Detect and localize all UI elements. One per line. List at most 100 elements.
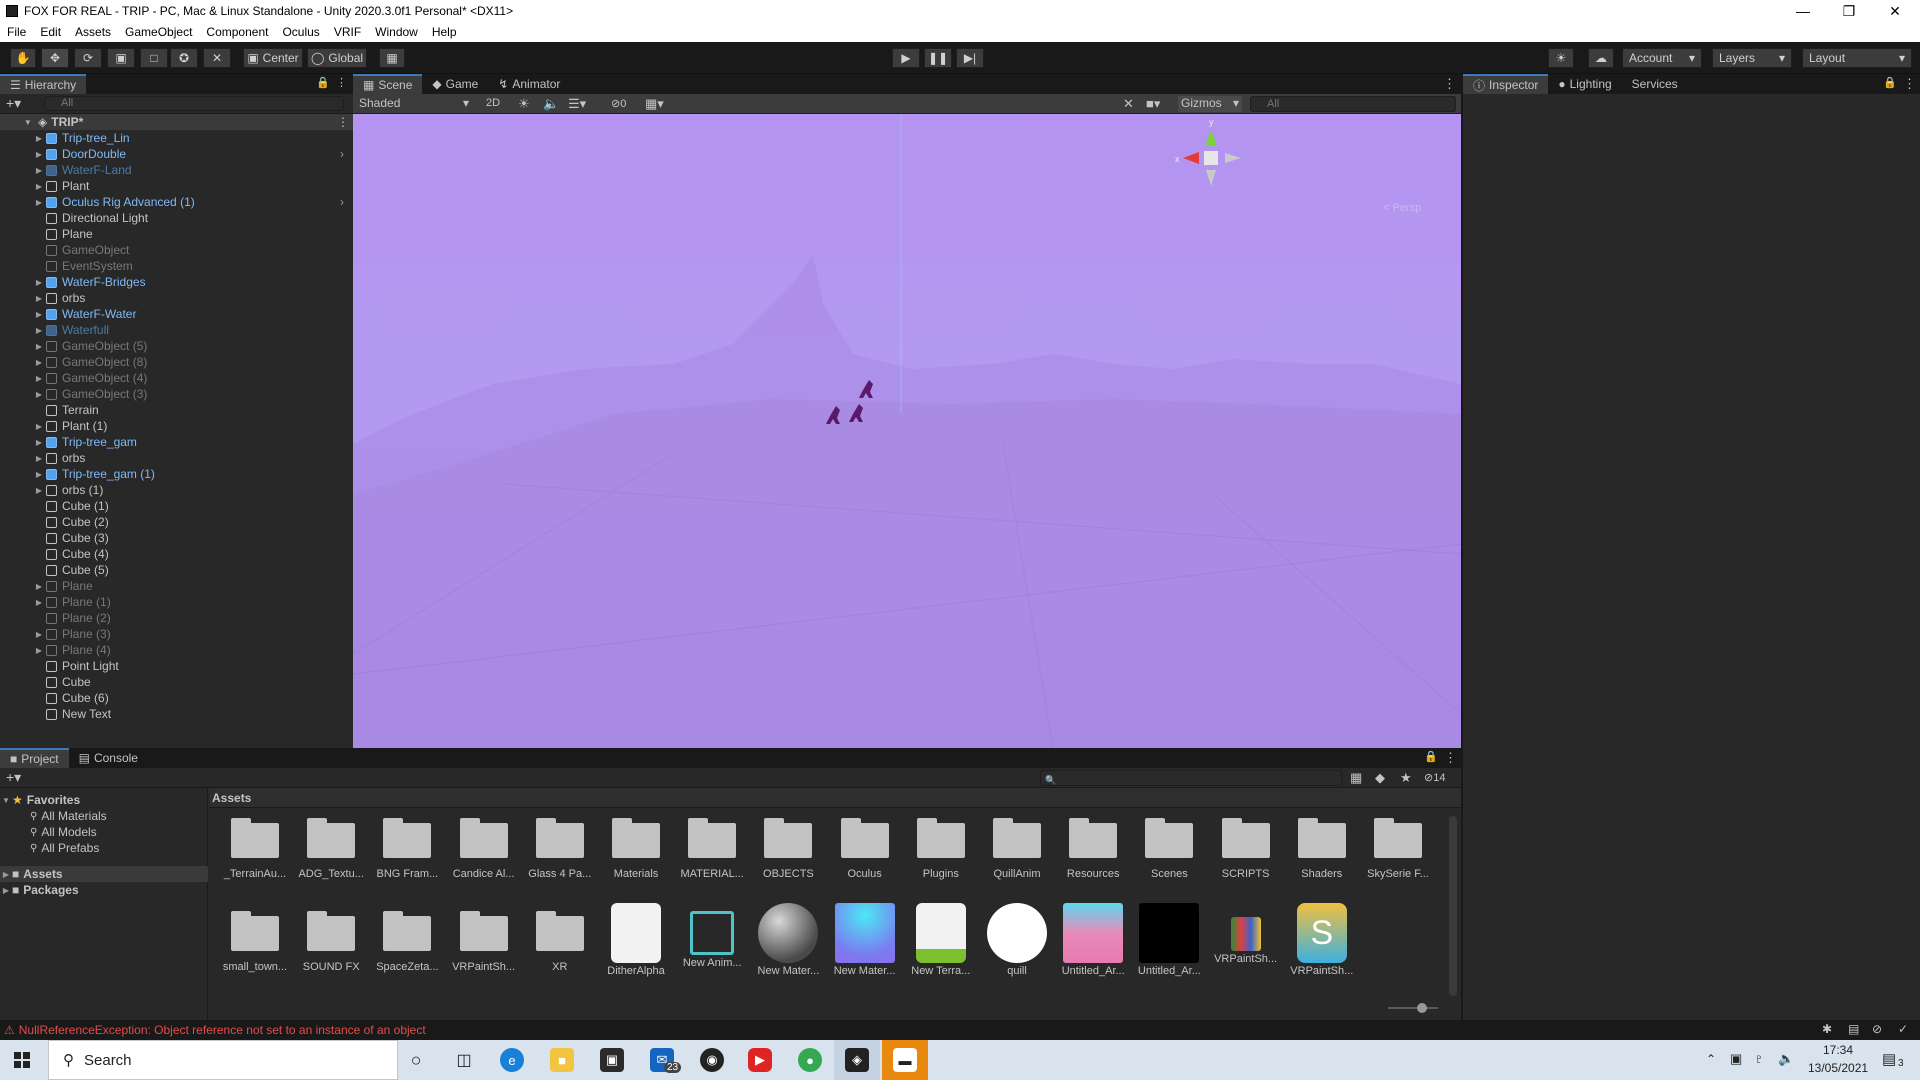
- asset-item[interactable]: Materials: [602, 810, 670, 900]
- hierarchy-item[interactable]: GameObject: [0, 242, 352, 258]
- asset-item[interactable]: XR: [526, 903, 594, 993]
- pivot-global-button[interactable]: ◯ Global: [307, 48, 367, 68]
- expand-arrow-icon[interactable]: ▶: [0, 326, 46, 335]
- lock-icon[interactable]: 🔒: [316, 76, 330, 89]
- cache-icon[interactable]: ▤: [1848, 1022, 1859, 1036]
- custom-tool-icon[interactable]: ✕: [203, 48, 231, 68]
- menu-vrif[interactable]: VRIF: [327, 25, 368, 39]
- scene-orientation-gizmo[interactable]: y x: [1171, 116, 1251, 196]
- hierarchy-item[interactable]: ▶ Plane (3): [0, 626, 352, 642]
- open-prefab-icon[interactable]: ›: [340, 195, 344, 209]
- tab-project[interactable]: ■ Project: [0, 748, 69, 768]
- hierarchy-item[interactable]: ▶ Waterfull: [0, 322, 352, 338]
- expand-arrow-icon[interactable]: ▶: [0, 390, 46, 399]
- hierarchy-item[interactable]: New Text: [0, 706, 352, 722]
- asset-item[interactable]: S VRPaintSh...: [1288, 903, 1356, 993]
- menu-help[interactable]: Help: [425, 25, 464, 39]
- hierarchy-item[interactable]: ▶ DoorDouble ›: [0, 146, 352, 162]
- hierarchy-item[interactable]: Cube: [0, 674, 352, 690]
- asset-item[interactable]: Scenes: [1135, 810, 1203, 900]
- hierarchy-item[interactable]: Cube (1): [0, 498, 352, 514]
- taskbar-search-box[interactable]: ⚲ Search: [48, 1040, 398, 1080]
- hierarchy-item[interactable]: ▶ GameObject (4): [0, 370, 352, 386]
- oculus-taskbar-item[interactable]: ▬: [882, 1040, 928, 1080]
- hierarchy-item[interactable]: ▶ WaterF-Land: [0, 162, 352, 178]
- asset-item[interactable]: Untitled_Ar...: [1135, 903, 1203, 993]
- expand-arrow-icon[interactable]: ▶: [0, 374, 46, 383]
- expand-arrow-icon[interactable]: ▶: [0, 358, 46, 367]
- pivot-center-button[interactable]: ▣ Center: [243, 48, 303, 68]
- hierarchy-item[interactable]: Directional Light: [0, 210, 352, 226]
- asset-item[interactable]: Glass 4 Pa...: [526, 810, 594, 900]
- expand-arrow-icon[interactable]: ▶: [0, 486, 46, 495]
- asset-item[interactable]: New Mater...: [831, 903, 899, 993]
- tray-chevron-icon[interactable]: ⌃: [1706, 1052, 1716, 1066]
- asset-item[interactable]: OBJECTS: [754, 810, 822, 900]
- rect-tool-icon[interactable]: □: [140, 48, 168, 68]
- kebab-menu-icon[interactable]: ⋮: [1443, 76, 1456, 92]
- asset-item[interactable]: VRPaintSh...: [1212, 903, 1280, 993]
- play-button[interactable]: ▶: [892, 48, 920, 68]
- move-tool-icon[interactable]: ✥: [41, 48, 69, 68]
- favorites-row[interactable]: ▼ ★ Favorites: [0, 792, 208, 808]
- transform-tool-icon[interactable]: ✪: [170, 48, 198, 68]
- asset-item[interactable]: _TerrainAu...: [221, 810, 289, 900]
- hierarchy-item[interactable]: Terrain: [0, 402, 352, 418]
- expand-arrow-icon[interactable]: ▶: [0, 870, 12, 879]
- hierarchy-item[interactable]: ▶ Oculus Rig Advanced (1) ›: [0, 194, 352, 210]
- hierarchy-item[interactable]: ▶ Trip-tree_gam: [0, 434, 352, 450]
- toggle-2d-button[interactable]: 2D: [486, 97, 500, 109]
- scene-header-row[interactable]: ▼ ◈ TRIP* ⋮: [0, 114, 353, 130]
- task-view-icon[interactable]: ◫: [452, 1048, 476, 1072]
- asset-item[interactable]: New Anim...: [678, 903, 746, 993]
- kebab-menu-icon[interactable]: ⋮: [336, 76, 347, 89]
- tab-scene[interactable]: ▦ Scene: [353, 74, 423, 94]
- hierarchy-item[interactable]: ▶ Trip-tree_Lin: [0, 130, 352, 146]
- menu-oculus[interactable]: Oculus: [275, 25, 326, 39]
- zoom-slider-track[interactable]: [1388, 1007, 1438, 1009]
- hidden-packages-toggle[interactable]: ⊘14: [1424, 771, 1445, 784]
- open-prefab-icon[interactable]: ›: [340, 147, 344, 161]
- hierarchy-item[interactable]: Point Light: [0, 658, 352, 674]
- expand-arrow-icon[interactable]: ▶: [0, 438, 46, 447]
- hierarchy-item[interactable]: ▶ WaterF-Water: [0, 306, 352, 322]
- hierarchy-search-input[interactable]: All: [44, 96, 344, 111]
- effects-toggle-icon[interactable]: ☰▾: [568, 96, 586, 112]
- hidden-objects-toggle[interactable]: ⊘0: [611, 97, 626, 110]
- expand-arrow-icon[interactable]: ▶: [0, 886, 12, 895]
- expand-arrow-icon[interactable]: ▶: [0, 454, 46, 463]
- volume-icon[interactable]: 🔈: [1778, 1051, 1794, 1067]
- kebab-menu-icon[interactable]: ⋮: [1903, 76, 1916, 92]
- hierarchy-item[interactable]: Cube (4): [0, 546, 352, 562]
- store-icon[interactable]: ▣: [600, 1048, 624, 1072]
- hierarchy-item[interactable]: ▶ GameObject (5): [0, 338, 352, 354]
- cortana-icon[interactable]: ○: [404, 1048, 428, 1072]
- expand-arrow-icon[interactable]: ▶: [0, 646, 46, 655]
- hierarchy-item[interactable]: ▶ Plant (1): [0, 418, 352, 434]
- expand-arrow-icon[interactable]: ▶: [0, 278, 46, 287]
- hierarchy-item[interactable]: ▶ Plane (1): [0, 594, 352, 610]
- favorite-star-icon[interactable]: ★: [1400, 770, 1412, 786]
- hierarchy-item[interactable]: Plane (2): [0, 610, 352, 626]
- layout-dropdown[interactable]: Layout ▾: [1802, 48, 1912, 68]
- expand-arrow-icon[interactable]: ▶: [0, 134, 46, 143]
- youtube-icon[interactable]: ▶: [748, 1048, 772, 1072]
- menu-file[interactable]: File: [0, 25, 33, 39]
- asset-item[interactable]: DitherAlpha: [602, 903, 670, 993]
- gizmos-dropdown[interactable]: Gizmos ▾: [1178, 96, 1242, 112]
- hierarchy-item[interactable]: ▶ GameObject (3): [0, 386, 352, 402]
- cinema4d-icon[interactable]: ◉: [700, 1048, 724, 1072]
- expand-arrow-icon[interactable]: ▶: [0, 470, 46, 479]
- tab-services[interactable]: Services: [1622, 74, 1688, 94]
- asset-item[interactable]: ADG_Textu...: [297, 810, 365, 900]
- expand-arrow-icon[interactable]: ▶: [0, 198, 46, 207]
- scale-tool-icon[interactable]: ▣: [107, 48, 135, 68]
- asset-item[interactable]: QuillAnim: [983, 810, 1051, 900]
- progress-icon[interactable]: ✓: [1898, 1022, 1908, 1036]
- expand-arrow-icon[interactable]: ▼: [0, 796, 12, 805]
- tools-icon[interactable]: ✕: [1123, 96, 1134, 112]
- tab-hierarchy[interactable]: ☰ Hierarchy: [0, 74, 87, 94]
- minimize-button[interactable]: —: [1780, 0, 1826, 22]
- maximize-button[interactable]: ❐: [1826, 0, 1872, 22]
- asset-item[interactable]: BNG Fram...: [373, 810, 441, 900]
